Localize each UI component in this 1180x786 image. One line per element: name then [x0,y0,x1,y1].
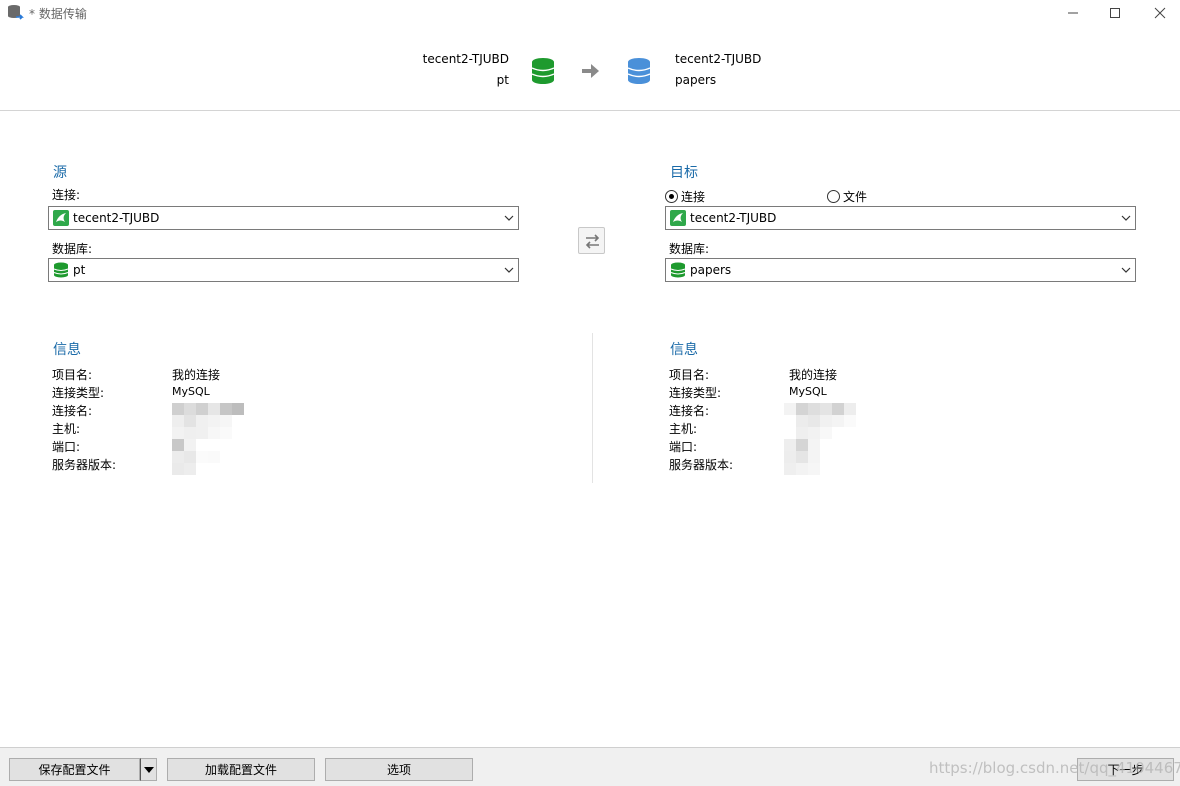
database-green-icon [670,262,686,278]
swap-source-target-button[interactable] [578,227,605,254]
target-info-label-type: 连接类型: [669,386,722,400]
caret-down-icon [143,766,154,773]
source-info-label-project: 项目名: [52,368,93,382]
mysql-connection-icon [53,210,69,226]
data-transfer-icon [8,5,24,20]
options-button[interactable]: 选项 [325,758,473,781]
redacted-values [172,403,244,475]
maximize-icon [1110,8,1120,18]
source-info-label-type: 连接类型: [52,386,105,400]
source-title: 源 [53,165,67,181]
close-icon [1154,7,1166,19]
header-target-connection: tecent2-TJUBD [675,52,762,66]
source-connection-value: tecent2-TJUBD [73,211,160,225]
source-info-label-port: 端口: [52,440,81,454]
minimize-icon [1068,12,1078,14]
target-database-select[interactable]: papers [665,258,1136,282]
window-title: * 数据传输 [29,7,87,21]
target-radio-file[interactable]: 文件 [827,188,867,205]
chevron-down-icon [504,267,514,273]
save-config-button[interactable]: 保存配置文件 [9,758,140,781]
header-source-database: pt [496,73,509,87]
minimize-button[interactable] [1050,0,1096,26]
target-connection-value: tecent2-TJUBD [690,211,777,225]
source-database-value: pt [73,263,86,277]
chevron-down-icon [1121,215,1131,221]
watermark: https://blog.csdn.net/qq_41044671 [929,759,1180,777]
source-info-type-value: MySQL [172,385,210,398]
mysql-connection-icon [670,210,686,226]
source-database-select[interactable]: pt [48,258,519,282]
load-config-button[interactable]: 加载配置文件 [167,758,315,781]
target-info-label-version: 服务器版本: [669,458,734,472]
arrow-right-icon [582,64,599,78]
radio-selected-indicator [665,190,678,203]
title-bar: * 数据传输 [0,0,1180,26]
database-green-icon [531,58,555,84]
close-button[interactable] [1137,0,1180,26]
source-connection-select[interactable]: tecent2-TJUBD [48,206,519,230]
target-info-label-port: 端口: [669,440,698,454]
target-info-title: 信息 [670,342,698,358]
source-database-label: 数据库: [52,242,93,256]
chevron-down-icon [504,215,514,221]
header-source-connection: tecent2-TJUBD [422,52,509,66]
target-radio-connection[interactable]: 连接 [665,188,705,205]
transfer-summary-header: tecent2-TJUBD pt tecent2-TJUBD papers [0,26,1180,111]
header-target-database: papers [675,73,717,87]
target-info-project-value: 我的连接 [789,368,838,382]
source-info-label-host: 主机: [52,422,81,436]
source-info-label-conn-name: 连接名: [52,404,93,418]
target-title: 目标 [670,165,698,181]
source-info-title: 信息 [53,342,81,358]
target-info-label-host: 主机: [669,422,698,436]
save-config-dropdown[interactable] [140,758,157,781]
chevron-down-icon [1121,267,1131,273]
target-database-label: 数据库: [669,242,710,256]
target-radio-file-label: 文件 [843,190,868,204]
source-info-project-value: 我的连接 [172,368,221,382]
swap-arrows-icon [585,234,600,249]
target-info-type-value: MySQL [789,385,827,398]
target-connection-select[interactable]: tecent2-TJUBD [665,206,1136,230]
footer-bar: 保存配置文件 加载配置文件 选项 下一步 https://blog.csdn.n… [0,747,1180,786]
target-info-label-conn-name: 连接名: [669,404,710,418]
target-radio-connection-label: 连接 [681,190,706,204]
maximize-button[interactable] [1092,0,1138,26]
info-divider [592,333,593,483]
radio-unselected-indicator [827,190,840,203]
source-info-label-version: 服务器版本: [52,458,117,472]
redacted-values [784,403,856,475]
data-transfer-window: * 数据传输 tecent2-TJUBD pt tecent2-TJUBD pa… [0,0,1180,786]
database-green-icon [53,262,69,278]
target-database-value: papers [690,263,732,277]
source-connection-label: 连接: [52,188,81,202]
target-info-label-project: 项目名: [669,368,710,382]
database-blue-icon [627,58,651,84]
